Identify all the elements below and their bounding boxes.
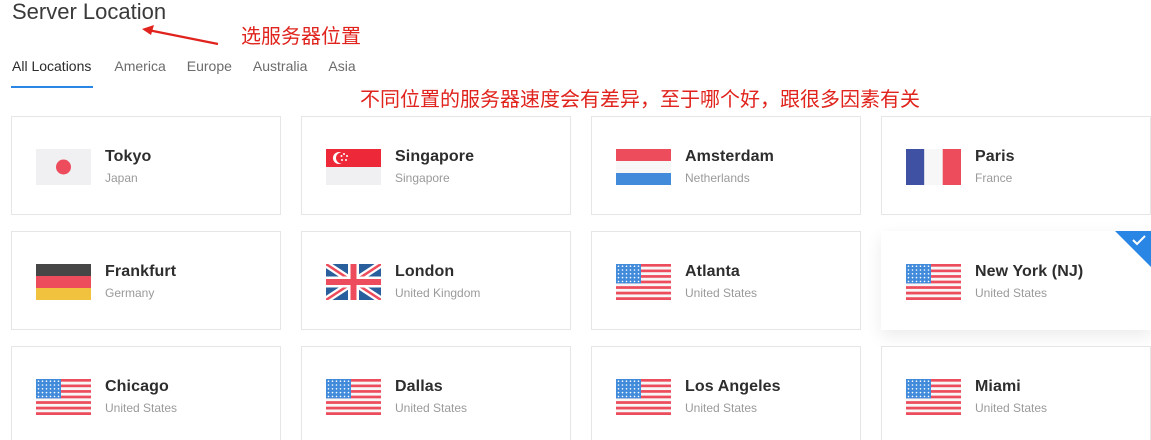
- tab-all-locations[interactable]: All Locations: [11, 54, 94, 88]
- location-city: Frankfurt: [105, 263, 177, 280]
- us-flag-icon: [906, 379, 961, 415]
- location-country: United States: [105, 401, 178, 415]
- location-city: London: [395, 263, 455, 280]
- location-city: Atlanta: [685, 263, 740, 280]
- location-city: Tokyo: [105, 148, 152, 165]
- japan-flag-icon: [36, 149, 91, 185]
- location-country: Singapore: [395, 171, 450, 185]
- location-country: United States: [975, 401, 1048, 415]
- us-flag-icon: [616, 264, 671, 300]
- location-country: United States: [395, 401, 468, 415]
- location-card-paris[interactable]: Paris France: [881, 116, 1151, 215]
- location-card-dallas[interactable]: Dallas United States: [301, 346, 571, 440]
- tab-europe[interactable]: Europe: [187, 54, 232, 88]
- location-card-new-york[interactable]: New York (NJ) United States: [881, 231, 1151, 330]
- annotation-arrow-icon: [142, 25, 219, 46]
- location-city: Paris: [975, 148, 1015, 165]
- france-flag-icon: [906, 149, 961, 185]
- location-city: Amsterdam: [685, 148, 774, 165]
- germany-flag-icon: [36, 264, 91, 300]
- page-title: Server Location: [12, 0, 167, 24]
- location-city: Chicago: [105, 378, 169, 395]
- location-country: Netherlands: [685, 171, 750, 185]
- tab-america[interactable]: America: [114, 54, 165, 88]
- annotation-speed-note: 不同位置的服务器速度会有差异，至于哪个好，跟很多因素有关: [360, 87, 920, 111]
- location-city: Dallas: [395, 378, 443, 395]
- location-country: France: [975, 171, 1013, 185]
- location-card-singapore[interactable]: Singapore Singapore: [301, 116, 571, 215]
- singapore-flag-icon: [326, 149, 381, 185]
- location-country: United States: [685, 401, 758, 415]
- annotation-select-server: 选服务器位置: [241, 24, 361, 48]
- location-card-tokyo[interactable]: Tokyo Japan: [11, 116, 281, 215]
- location-country: Japan: [105, 171, 138, 185]
- location-card-miami[interactable]: Miami United States: [881, 346, 1151, 440]
- location-city: Singapore: [395, 148, 475, 165]
- uk-flag-icon: [326, 264, 381, 300]
- selected-check-icon: [1115, 231, 1151, 267]
- location-country: Germany: [105, 286, 155, 300]
- location-tabs: All Locations America Europe Australia A…: [11, 54, 377, 88]
- location-card-chicago[interactable]: Chicago United States: [11, 346, 281, 440]
- location-card-frankfurt[interactable]: Frankfurt Germany: [11, 231, 281, 330]
- us-flag-icon: [616, 379, 671, 415]
- location-card-london[interactable]: London United Kingdom: [301, 231, 571, 330]
- location-country: United Kingdom: [395, 286, 481, 300]
- location-city: Miami: [975, 378, 1021, 395]
- location-city: New York (NJ): [975, 263, 1084, 280]
- location-country: United States: [685, 286, 758, 300]
- location-city: Los Angeles: [685, 378, 781, 395]
- tab-australia[interactable]: Australia: [253, 54, 307, 88]
- tab-asia[interactable]: Asia: [328, 54, 355, 88]
- us-flag-icon: [326, 379, 381, 415]
- location-card-los-angeles[interactable]: Los Angeles United States: [591, 346, 861, 440]
- us-flag-icon: [906, 264, 961, 300]
- location-card-atlanta[interactable]: Atlanta United States: [591, 231, 861, 330]
- location-card-amsterdam[interactable]: Amsterdam Netherlands: [591, 116, 861, 215]
- netherlands-flag-icon: [616, 149, 671, 185]
- location-country: United States: [975, 286, 1048, 300]
- us-flag-icon: [36, 379, 91, 415]
